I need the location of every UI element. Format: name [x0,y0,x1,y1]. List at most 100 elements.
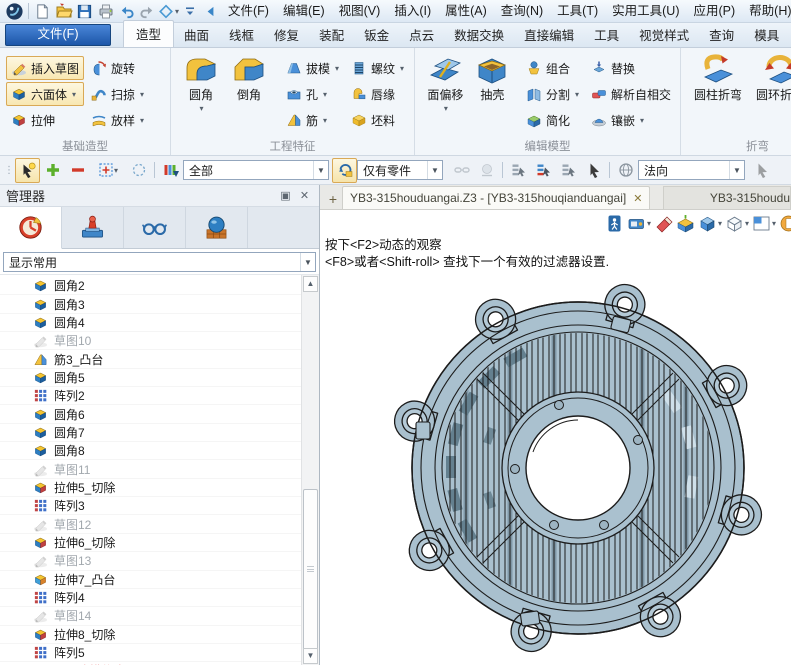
pick-box-button[interactable]: ▾ [90,158,126,183]
section-view-button[interactable] [778,213,791,234]
lasso-pick-button[interactable] [126,158,151,183]
tree-item[interactable]: 阵列3 [0,497,302,515]
tab-mold[interactable]: 模具 [744,21,789,47]
tab-history-manager[interactable] [0,207,62,249]
box-button[interactable]: 六面体▾ [6,82,84,106]
tab-visual-manager[interactable] [186,207,248,248]
menu-utilities[interactable]: 实用工具(U) [605,1,686,22]
tab-wireframe[interactable]: 线框 [219,21,264,47]
display-filter-combo[interactable]: 显示常用▼ [3,252,316,272]
panel-restore-button[interactable]: ▣ [277,188,294,203]
tree-item[interactable]: 草图11 [0,460,302,478]
thread-button[interactable]: 螺纹▾ [346,56,409,80]
menu-file[interactable]: 文件(F) [221,1,276,22]
viewport-layout-button[interactable]: ▾ [751,213,777,234]
scroll-thumb[interactable] [303,489,318,652]
open-file-button[interactable] [53,1,74,21]
shaded-display-button[interactable]: ▾ [697,213,723,234]
sphere-pick-button[interactable] [474,158,499,183]
insert-sketch-button[interactable]: 插入草图 [6,56,84,80]
tree-item[interactable]: 阵列5 [0,644,302,662]
tree-item[interactable]: 圆角2 [0,277,302,295]
tree-item[interactable]: 拉伸5_切除 [0,479,302,497]
tree-item[interactable]: 圆角3 [0,295,302,313]
direction-combo[interactable]: 法向▼ [638,160,745,180]
pick-scope-combo[interactable]: 仅有零件▼ [357,160,443,180]
inactive-cursor-button[interactable] [749,158,774,183]
extrude-button[interactable]: 拉伸 [6,108,84,132]
model-3d-view[interactable] [376,272,780,665]
document-tab-other[interactable]: YB3-315houdu [663,186,791,209]
tab-pointcloud[interactable]: 点云 [399,21,444,47]
tree-item[interactable]: 拉伸8_切除 [0,626,302,644]
erase-button[interactable] [653,213,674,234]
menu-insert[interactable]: 插入(I) [387,1,438,22]
chevron-down-icon[interactable]: ▼ [427,161,442,179]
simplify-button[interactable]: 简化 [521,108,584,132]
menu-inquire[interactable]: 查询(N) [494,1,550,22]
pick-list-all-button[interactable] [556,158,581,183]
tab-assembly-manager[interactable] [62,207,124,248]
chevron-down-icon[interactable]: ▼ [729,161,744,179]
shell-button[interactable]: 抽壳 [470,53,515,102]
tree-item[interactable]: 阵列2 [0,387,302,405]
fillet-button[interactable]: 圆角▾ [177,53,225,116]
collapse-toolbar-button[interactable] [200,1,221,21]
tree-item[interactable]: 圆角4 [0,314,302,332]
replace-button[interactable]: 替换 [586,56,676,80]
new-file-button[interactable] [32,1,53,21]
tab-visibility-manager[interactable] [124,207,186,248]
tab-repair[interactable]: 修复 [264,21,309,47]
file-tab-button[interactable]: 文件(F) [5,24,111,46]
tree-scrollbar[interactable]: ▲ ▼ [301,275,319,665]
tab-surface[interactable]: 曲面 [174,21,219,47]
add-selection-button[interactable] [40,158,65,183]
menu-attributes[interactable]: 属性(A) [438,1,494,22]
pick-cursor-button[interactable] [581,158,606,183]
tree-item[interactable]: 圆角8 [0,442,302,460]
tab-inquire[interactable]: 查询 [699,21,744,47]
save-button[interactable] [74,1,95,21]
model-canvas[interactable]: 按下<F2>动态的观察 <F8>或者<Shift-roll> 查找下一个有效的过… [320,210,791,665]
pick-list-colored-button[interactable] [531,158,556,183]
menu-applications[interactable]: 应用(P) [686,1,742,22]
color-filter-button[interactable] [158,158,183,183]
tab-direct-edit[interactable]: 直接编辑 [514,21,584,47]
scroll-up-button[interactable]: ▲ [303,276,318,292]
hole-button[interactable]: 孔▾ [281,82,344,106]
menu-edit[interactable]: 编辑(E) [276,1,332,22]
print-button[interactable] [95,1,116,21]
cylinder-bend-button[interactable]: 圆柱折弯 [687,53,749,102]
torus-bend-button[interactable]: 圆环折弯 [749,53,791,102]
tree-item[interactable]: 草图10 [0,332,302,350]
tab-tools[interactable]: 工具 [584,21,629,47]
undo-button[interactable] [116,1,137,21]
draft-button[interactable]: 拔模▾ [281,56,344,80]
smart-pick-button[interactable] [15,158,40,183]
tree-item[interactable]: 阵列4 [0,589,302,607]
loft-button[interactable]: 放样▾ [86,108,149,132]
stock-button[interactable]: 坯料 [346,108,409,132]
tree-item[interactable]: 草图14 [0,607,302,625]
entity-filter-combo[interactable]: 全部▼ [183,160,329,180]
tree-item[interactable]: 圆角6 [0,405,302,423]
chevron-down-icon[interactable]: ▼ [300,253,315,271]
close-tab-icon[interactable]: ✕ [633,192,642,205]
tree-item[interactable]: 筋3_凸台 [0,350,302,368]
tab-sheetmetal[interactable]: 钣金 [354,21,399,47]
lip-button[interactable]: 唇缘 [346,82,409,106]
customize-quick-access-button[interactable] [179,1,200,21]
orientation-button[interactable] [613,158,638,183]
toolbar-grip[interactable]: ⋮ [4,165,13,176]
exit-button[interactable] [604,213,625,234]
new-tab-button[interactable]: + [324,189,342,209]
tree-item[interactable]: 圆角5 [0,369,302,387]
tab-assembly[interactable]: 装配 [309,21,354,47]
pick-from-list-button[interactable] [332,158,357,183]
tab-shape[interactable]: 造型 [123,20,174,47]
chamfer-button[interactable]: 倒角 [225,53,273,102]
face-offset-button[interactable]: 面偏移▾ [421,53,470,116]
show-target-button[interactable] [675,213,696,234]
menu-help[interactable]: 帮助(H) [742,1,791,22]
redo-button[interactable] [137,1,158,21]
